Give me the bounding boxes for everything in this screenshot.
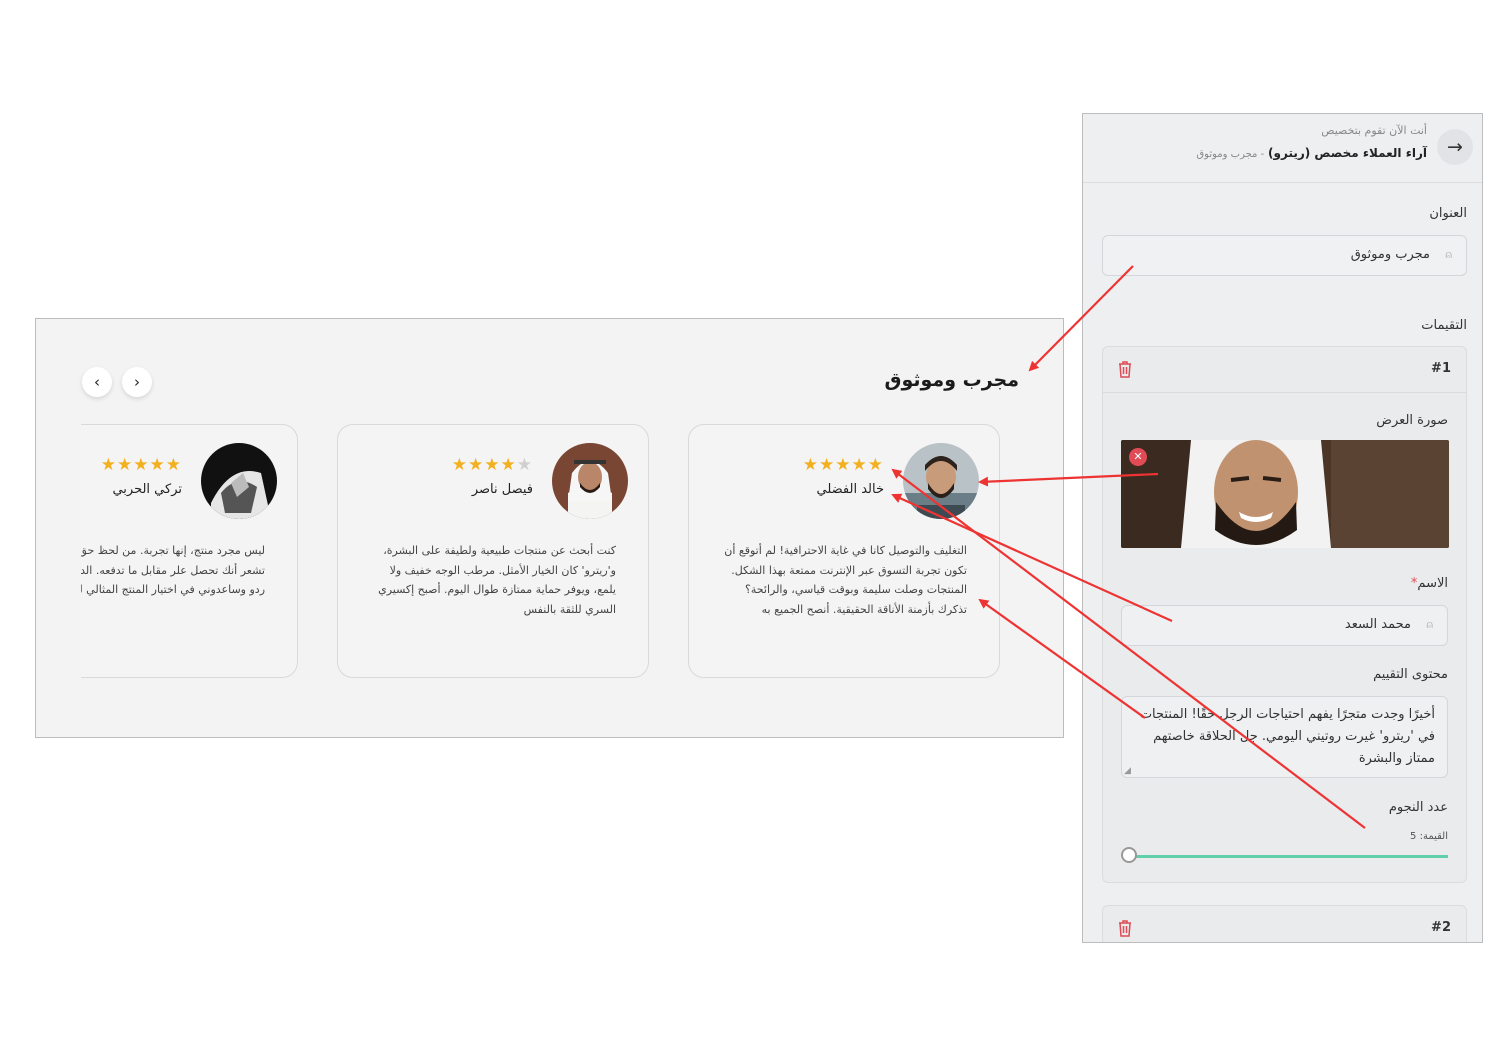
- rating-item-number: #1: [1431, 361, 1451, 376]
- rating-item-2: #2: [1102, 905, 1467, 942]
- review-content-value: أخيرًا وجدت متجرًا يفهم احتياجات الرجل ح…: [1139, 707, 1435, 766]
- review-text: ليس مجرد منتج، إنها تجربة. من لحظ حق الا…: [81, 544, 265, 596]
- panel-header: → أنت الآن تقوم بتخصيص آراء العملاء مخصص…: [1083, 114, 1482, 183]
- reviewer-name: فيصل ناصر: [471, 482, 533, 497]
- stars-label: عدد النجوم: [1388, 800, 1448, 815]
- avatar: [552, 443, 628, 519]
- star-empty-icon: ★: [516, 455, 533, 475]
- review-text: كنت أبحث عن منتجات طبيعية ولطيفة على الب…: [378, 544, 616, 616]
- testimonials-preview: مجرب وموثوق ‹ › ★★★★★ خالد الفضلي التغلي…: [35, 318, 1064, 738]
- arrow-right-icon: →: [1447, 136, 1463, 158]
- ratings-label: التقيمات: [1421, 318, 1467, 333]
- text-field-icon: ⍝: [1445, 248, 1452, 261]
- star-filled-icon: ★★★★: [451, 455, 517, 475]
- avatar: [903, 443, 979, 519]
- review-content-textarea[interactable]: أخيرًا وجدت متجرًا يفهم احتياجات الرجل ح…: [1121, 696, 1448, 778]
- review-text: التغليف والتوصيل كانا في غاية الاحترافية…: [724, 544, 967, 616]
- trash-icon[interactable]: [1117, 919, 1133, 941]
- customize-panel: → أنت الآن تقوم بتخصيص آراء العملاء مخصص…: [1082, 113, 1483, 943]
- carousel-next-button[interactable]: ›: [122, 367, 152, 397]
- text-field-icon: ⍝: [1426, 618, 1433, 631]
- testimonial-card: ★★★★★ تركي الحربي ليس مجرد منتج، إنها تج…: [81, 424, 298, 678]
- name-field[interactable]: ⍝ محمد السعد: [1121, 605, 1448, 646]
- title-label: العنوان: [1429, 206, 1467, 221]
- testimonial-card: ★★★★★ خالد الفضلي التغليف والتوصيل كانا …: [688, 424, 1000, 678]
- panel-subtitle: أنت الآن تقوم بتخصيص: [1321, 124, 1427, 137]
- rating-item-header[interactable]: #2: [1103, 906, 1466, 942]
- rating-stars: ★★★★★: [802, 455, 884, 475]
- testimonial-card: ★★★★★ فيصل ناصر كنت أبحث عن منتجات طبيعي…: [337, 424, 649, 678]
- content-label: محتوى التقييم: [1373, 667, 1448, 682]
- chevron-left-icon: ‹: [94, 373, 100, 391]
- reviewer-name: تركي الحربي: [112, 482, 182, 497]
- image-label: صورة العرض: [1376, 413, 1448, 428]
- reviewer-name: خالد الفضلي: [816, 482, 884, 497]
- trash-icon[interactable]: [1117, 360, 1133, 382]
- name-value: محمد السعد: [1344, 617, 1411, 632]
- remove-image-button[interactable]: ✕: [1129, 448, 1147, 466]
- display-image[interactable]: ✕: [1121, 440, 1449, 548]
- component-name: آراء العملاء مخصص (ريترو): [1268, 146, 1427, 160]
- rating-stars: ★★★★★: [100, 455, 182, 475]
- stars-slider-track[interactable]: [1129, 855, 1448, 858]
- rating-stars: ★★★★★: [452, 455, 533, 475]
- breadcrumb: - مجرب وموثوق: [1196, 149, 1265, 160]
- rating-item-header[interactable]: #1: [1103, 347, 1466, 393]
- carousel-prev-button[interactable]: ‹: [82, 367, 112, 397]
- resize-handle-icon[interactable]: ◢: [1124, 766, 1131, 776]
- title-field[interactable]: ⍝ مجرب وموثوق: [1102, 235, 1467, 276]
- stars-value-text: القيمة: 5: [1410, 831, 1448, 842]
- chevron-right-icon: ›: [134, 373, 140, 391]
- back-button[interactable]: →: [1437, 129, 1473, 165]
- name-label: الاسم*: [1410, 576, 1448, 591]
- title-value: مجرب وموثوق: [1350, 247, 1430, 262]
- panel-title: آراء العملاء مخصص (ريترو) - مجرب وموثوق: [1196, 146, 1427, 160]
- rating-item-number: #2: [1431, 920, 1451, 935]
- stars-slider-thumb[interactable]: [1121, 847, 1137, 863]
- testimonial-carousel: ★★★★★ خالد الفضلي التغليف والتوصيل كانا …: [81, 424, 1021, 684]
- avatar: [201, 443, 277, 519]
- section-title: مجرب وموثوق: [884, 369, 1019, 391]
